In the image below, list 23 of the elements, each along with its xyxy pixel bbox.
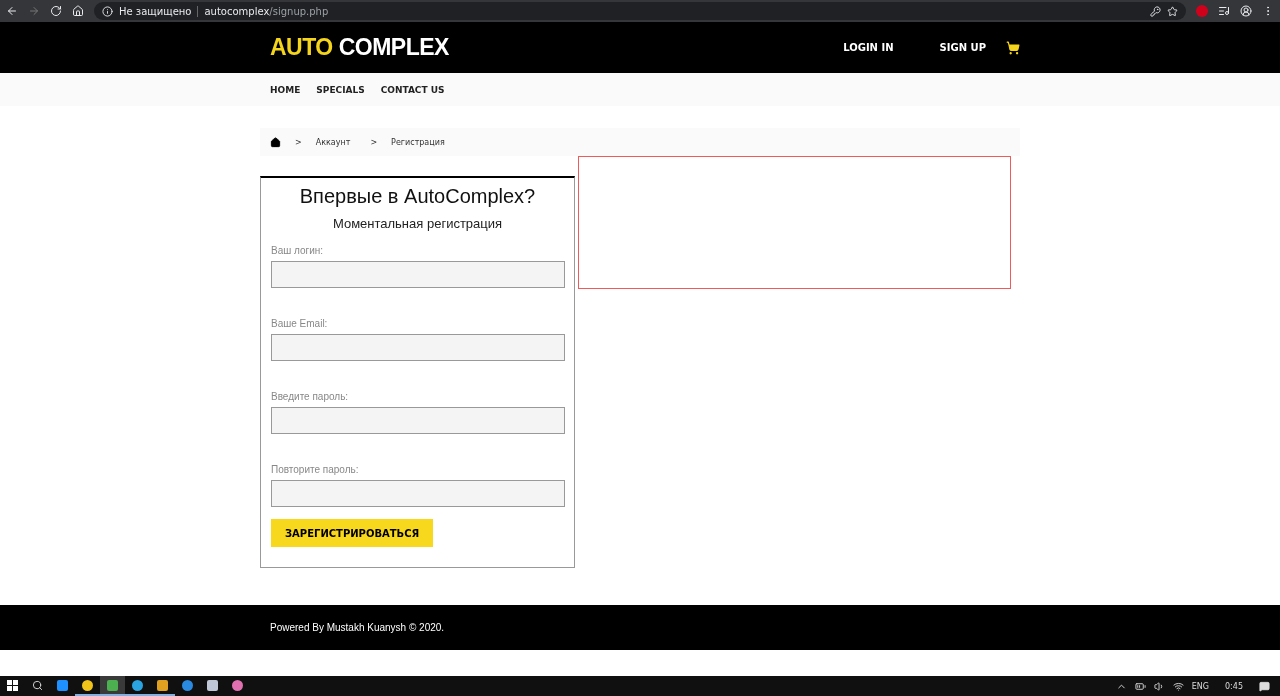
security-label: Не защищено — [119, 5, 199, 17]
breadcrumb-separator: > — [295, 137, 302, 147]
url-text: autocomplex/signup.php — [204, 5, 329, 17]
form-title: Впервые в AutoComplex? — [298, 185, 537, 208]
field-label: Введите пароль: — [271, 391, 350, 402]
footer-text: Powered By Mustakh Kuanysh © 2020. — [270, 622, 445, 633]
language-indicator[interactable]: ENG — [1191, 681, 1210, 691]
logo[interactable]: AUTO COMPLEX — [270, 34, 449, 61]
header-link[interactable]: SIGN UP — [939, 42, 986, 53]
nav-link[interactable]: HOME — [270, 84, 301, 95]
breadcrumb-separator: > — [370, 137, 378, 147]
field-label: Ваш логин: — [271, 245, 325, 256]
clock[interactable]: 0:45 — [1225, 681, 1243, 691]
breadcrumb-link[interactable]: Аккаунт — [315, 137, 351, 147]
address-bar[interactable]: Не защищено autocomplex/signup.php — [94, 2, 1186, 20]
breadcrumb-link[interactable]: Регистрация — [391, 137, 445, 147]
form-subtitle: Моментальная регистрация — [331, 216, 504, 231]
nav-link[interactable]: SPECIALS — [316, 84, 365, 95]
header-link[interactable]: LOGIN IN — [843, 42, 894, 53]
field-label: Ваше Email: — [271, 318, 329, 329]
nav-link[interactable]: CONTACT US — [380, 84, 445, 95]
field-label: Повторите пароль: — [271, 464, 360, 475]
register-button[interactable]: ЗАРЕГИСТРИРОВАТЬСЯ — [271, 519, 434, 547]
